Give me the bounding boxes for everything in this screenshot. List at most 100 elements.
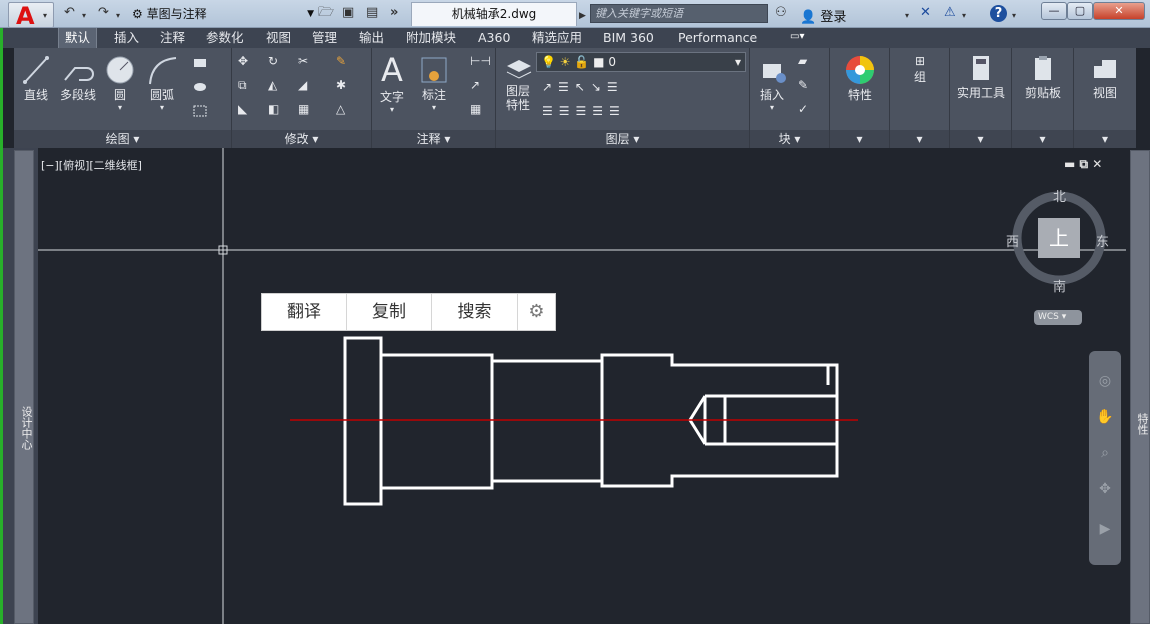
- settings-gear-icon[interactable]: ⚙: [518, 294, 555, 330]
- tab-annotate[interactable]: 注释: [154, 28, 191, 48]
- compass-north[interactable]: 北: [1053, 186, 1066, 205]
- tab-bim360[interactable]: BIM 360: [597, 28, 660, 48]
- save-icon[interactable]: ▣: [342, 6, 354, 20]
- tab-insert[interactable]: 插入: [108, 28, 145, 48]
- properties-palette[interactable]: 特性: [1130, 150, 1150, 624]
- layer-properties-button[interactable]: 图层 特性: [500, 54, 536, 112]
- pan-hand-icon[interactable]: ✋: [1095, 409, 1115, 425]
- polyline-button[interactable]: 多段线: [56, 54, 100, 103]
- dropdown-icon-2[interactable]: ▾: [962, 9, 966, 23]
- draw-panel-title[interactable]: 绘图 ▾: [14, 130, 231, 148]
- chevron-down-icon[interactable]: ▾: [1074, 130, 1136, 148]
- help-dropdown-icon[interactable]: ▾: [1012, 9, 1016, 23]
- tab-output[interactable]: 输出: [353, 28, 390, 48]
- tab-default[interactable]: 默认: [58, 28, 98, 48]
- tab-addins[interactable]: 附加模块: [400, 28, 462, 48]
- layer-tools-row2-icons[interactable]: ☰☰☰☰☰: [542, 104, 626, 118]
- chevron-down-icon[interactable]: ▾: [950, 130, 1011, 148]
- zoom-icon[interactable]: ⌕: [1095, 445, 1115, 461]
- create-block-icon[interactable]: ▰: [798, 54, 807, 68]
- tab-manage[interactable]: 管理: [306, 28, 343, 48]
- block-attr-icon[interactable]: ✓: [798, 102, 808, 116]
- rotate-icon[interactable]: ↻: [268, 54, 278, 68]
- drawing-canvas[interactable]: [38, 148, 1126, 624]
- clipboard-button[interactable]: 剪贴板: [1014, 54, 1072, 101]
- table-icon[interactable]: ▦: [470, 102, 481, 116]
- viewport-window-controls[interactable]: ▬ ⧉ ✕: [1064, 157, 1102, 172]
- search-input[interactable]: 键入关键字或短语: [590, 4, 768, 23]
- binoculars-icon[interactable]: ⚇: [775, 6, 787, 20]
- edit-block-icon[interactable]: ✎: [798, 78, 808, 92]
- copy-button[interactable]: 复制: [347, 294, 432, 330]
- redo-icon[interactable]: ↷: [98, 6, 109, 20]
- design-center-palette[interactable]: 设计中心: [14, 150, 34, 624]
- dropdown-icon[interactable]: ▾: [905, 9, 909, 23]
- application-menu-button[interactable]: A ▾: [8, 2, 54, 28]
- tab-featured-apps[interactable]: 精选应用: [526, 28, 588, 48]
- maximize-button[interactable]: ▢: [1067, 2, 1093, 20]
- compass-east[interactable]: 东: [1096, 231, 1109, 250]
- undo-icon[interactable]: ↶: [64, 6, 75, 20]
- text-button[interactable]: A 文字 ▾: [376, 52, 408, 114]
- group-button[interactable]: ⊞ 组: [894, 54, 946, 85]
- search-button[interactable]: 搜索: [432, 294, 518, 330]
- viewcube-top-face[interactable]: 上: [1038, 218, 1080, 258]
- layer-tools-row1-icons[interactable]: ↗☰↖↘☰: [542, 80, 624, 94]
- translate-button[interactable]: 翻译: [262, 294, 347, 330]
- layers-panel-title[interactable]: 图层 ▾: [496, 130, 749, 148]
- tab-performance[interactable]: Performance: [672, 28, 763, 48]
- hatch-icon[interactable]: [192, 80, 208, 94]
- modify-panel-title[interactable]: 修改 ▾: [232, 130, 371, 148]
- orbit-icon[interactable]: ✥: [1095, 481, 1115, 497]
- scale-icon[interactable]: ◧: [268, 102, 279, 116]
- autodesk-icon[interactable]: ⚠: [944, 6, 956, 20]
- close-button[interactable]: ✕: [1093, 2, 1145, 20]
- showmotion-icon[interactable]: ▶: [1095, 521, 1115, 537]
- exchange-icon[interactable]: ✕: [920, 6, 931, 20]
- document-tab[interactable]: 机械轴承2.dwg: [411, 2, 577, 26]
- properties-button[interactable]: 特性: [834, 54, 886, 103]
- line-button[interactable]: 直线: [20, 54, 52, 103]
- linear-dim-icon[interactable]: ⊢⊣: [470, 54, 491, 68]
- insert-block-button[interactable]: 插入 ▾: [752, 54, 792, 112]
- restore-viewport-icon[interactable]: ⧉: [1080, 157, 1089, 171]
- minimize-button[interactable]: —: [1041, 2, 1067, 20]
- chevron-down-icon[interactable]: ▾: [830, 130, 889, 148]
- layer-dropdown[interactable]: 💡 ☀ 🔓 ■ 0 ▾: [536, 52, 746, 72]
- compass-south[interactable]: 南: [1053, 276, 1066, 295]
- block-panel-title[interactable]: 块 ▾: [750, 130, 829, 148]
- save-as-icon[interactable]: ▤: [366, 6, 378, 20]
- tab-parametric[interactable]: 参数化: [200, 28, 250, 48]
- login-button[interactable]: 👤 登录: [800, 6, 846, 25]
- expand-icon[interactable]: ▶: [579, 9, 586, 23]
- help-icon[interactable]: ?: [990, 5, 1007, 22]
- boundary-icon[interactable]: [192, 104, 208, 118]
- offset-icon[interactable]: △: [336, 102, 345, 116]
- close-viewport-icon[interactable]: ✕: [1092, 157, 1102, 171]
- arc-button[interactable]: 圆弧 ▾: [144, 54, 180, 112]
- fillet-icon[interactable]: ◢: [298, 78, 307, 92]
- viewport-controls-label[interactable]: [−][俯视][二维线框]: [41, 157, 142, 173]
- view-button[interactable]: 视图: [1076, 54, 1134, 101]
- utilities-button[interactable]: 实用工具: [952, 54, 1010, 101]
- circle-button[interactable]: 圆 ▾: [104, 54, 136, 112]
- array-icon[interactable]: ▦: [298, 102, 309, 116]
- dimension-button[interactable]: 标注 ▾: [416, 54, 452, 112]
- stretch-icon[interactable]: ◣: [238, 102, 247, 116]
- copy-icon[interactable]: ⧉: [238, 78, 247, 93]
- tab-view[interactable]: 视图: [260, 28, 297, 48]
- minimize-viewport-icon[interactable]: ▬: [1064, 157, 1075, 171]
- tab-a360[interactable]: A360: [472, 28, 516, 48]
- compass-west[interactable]: 西: [1006, 231, 1019, 250]
- chevron-down-icon[interactable]: ▾: [890, 130, 949, 148]
- open-icon[interactable]: 🗁: [318, 6, 334, 20]
- trim-icon[interactable]: ✂: [298, 54, 308, 68]
- undo-dropdown-icon[interactable]: ▾: [82, 9, 86, 23]
- steering-wheel-icon[interactable]: ◎: [1095, 373, 1115, 389]
- ribbon-options-icon[interactable]: ▭▾: [790, 31, 804, 42]
- mirror-icon[interactable]: ◭: [268, 78, 277, 92]
- erase-icon[interactable]: ✎: [336, 54, 346, 68]
- redo-dropdown-icon[interactable]: ▾: [116, 9, 120, 23]
- leader-icon[interactable]: ↗: [470, 78, 480, 92]
- move-icon[interactable]: ✥: [238, 54, 248, 68]
